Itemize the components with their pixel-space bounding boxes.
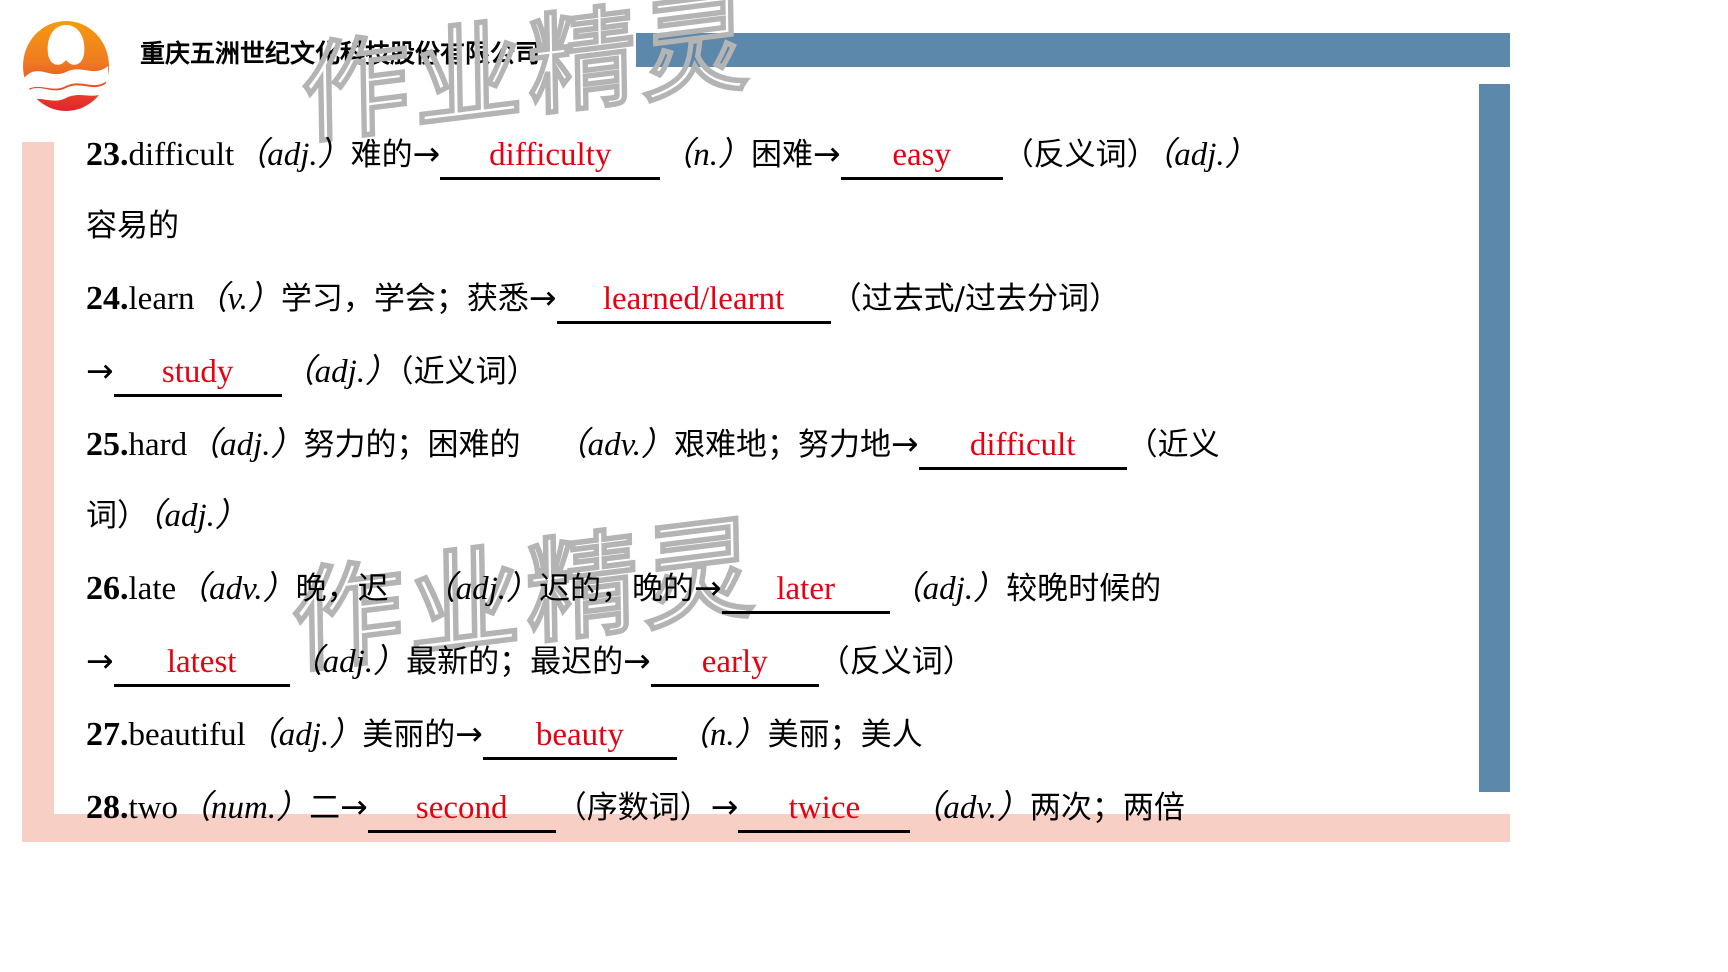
entry-number: 27.: [86, 716, 129, 753]
arrow-icon: →: [340, 787, 368, 826]
arrow-icon: →: [813, 134, 841, 173]
entry-line: 容易的: [86, 191, 1486, 262]
entry-line: 23.difficult（adj.）难的→ difficulty （n.）困难→ ea…: [86, 118, 1486, 191]
chinese-gloss: （反义词）: [1002, 137, 1158, 173]
entry-line: 28.two（num.）二→ second （序数词）→ twice （adv.）两次；…: [86, 771, 1486, 844]
entry-number: 25.: [86, 426, 129, 463]
chinese-gloss: （反义词）: [818, 644, 974, 680]
chinese-gloss: 最新的；最迟的: [406, 644, 624, 680]
entry-number: 24.: [86, 280, 129, 317]
answer-blank[interactable]: study: [113, 352, 282, 397]
answer-blank[interactable]: difficult: [918, 425, 1127, 470]
headword: hard: [128, 427, 188, 463]
entry-line: 词）（adj.）: [86, 481, 1486, 552]
part-of-speech: （adj.）: [281, 354, 399, 390]
arrow-icon: →: [412, 134, 441, 173]
part-of-speech: （v.）: [194, 281, 281, 317]
entry-line: 24.learn（v.）学习，学会；获悉→ learned/learnt （过去式/…: [86, 262, 1486, 335]
chinese-gloss: 努力地: [798, 427, 892, 463]
headword: late: [128, 571, 177, 607]
chinese-gloss: 美丽的: [362, 717, 456, 753]
part-of-speech: （n.）: [660, 137, 752, 173]
chinese-gloss: 两次；两倍: [1029, 790, 1185, 826]
part-of-speech: （adj.）: [422, 571, 540, 607]
arrow-icon: →: [86, 351, 114, 390]
chinese-gloss: 较晚时候的: [1006, 571, 1162, 607]
chinese-gloss: 晚，迟: [295, 571, 389, 607]
chinese-gloss: （近义: [1126, 427, 1220, 463]
part-of-speech: （adj.）: [187, 427, 304, 463]
chinese-gloss: （过去式/过去分词）: [830, 281, 1121, 317]
entry-line: 26.late（adv.）晚，迟 （adj.）迟的，晚的→ later （adj.）较…: [86, 552, 1486, 625]
answer-blank[interactable]: second: [367, 788, 556, 833]
answer-blank[interactable]: latest: [113, 642, 290, 687]
part-of-speech: （adj.）: [245, 717, 363, 753]
company-name: 重庆五洲世纪文化科技股份有限公司: [140, 39, 541, 68]
headword: beautiful: [128, 717, 246, 753]
chinese-gloss: （近义词）: [398, 354, 538, 390]
header-blue-bar: [636, 33, 1510, 67]
entry-line: → latest （adj.）最新的；最迟的→ early （反义词）: [86, 625, 1486, 698]
chinese-gloss: 难的: [350, 137, 413, 173]
entry-number: 23.: [86, 136, 129, 173]
worksheet-page: 重庆五洲世纪文化科技股份有限公司 作业精灵 作业精灵 23.difficult（…: [0, 0, 1728, 972]
chinese-gloss: 容易的: [86, 208, 179, 244]
chinese-gloss: 努力的；困难的: [303, 427, 521, 463]
arrow-icon: →: [528, 278, 557, 317]
answer-blank[interactable]: difficulty: [440, 135, 661, 180]
left-pink-bar: [22, 142, 54, 814]
arrow-icon: →: [455, 714, 483, 753]
part-of-speech: （adj.）: [289, 644, 407, 680]
entry-line: → study （adj.）（近义词）: [86, 335, 1486, 408]
part-of-speech: （adj.）: [889, 571, 1007, 607]
chinese-gloss: 迟的，: [539, 571, 633, 607]
part-of-speech: （adj.）: [234, 137, 351, 173]
answer-blank[interactable]: twice: [738, 788, 911, 833]
chinese-gloss: 困难: [751, 137, 814, 173]
entry-number: 28.: [86, 789, 129, 826]
chinese-gloss: 二: [309, 790, 341, 826]
chinese-gloss: 学习，学会；获悉: [280, 281, 529, 317]
company-logo-icon: [22, 20, 110, 112]
part-of-speech: （adj.）: [1157, 137, 1258, 173]
part-of-speech: （num.）: [178, 790, 310, 826]
arrow-icon: →: [86, 641, 114, 680]
part-of-speech: （adj.）: [148, 498, 248, 534]
arrow-icon: →: [623, 641, 651, 680]
answer-blank[interactable]: learned/learnt: [556, 279, 831, 324]
part-of-speech: （adv.）: [176, 571, 296, 607]
arrow-icon: →: [710, 787, 739, 826]
headword: learn: [128, 281, 195, 317]
arrow-icon: →: [891, 424, 919, 463]
vocabulary-list: 23.difficult（adj.）难的→ difficulty （n.）困难→ ea…: [86, 118, 1486, 844]
part-of-speech: （adv.）: [910, 790, 1030, 826]
chinese-gloss: 美丽；美人: [767, 717, 923, 753]
entry-number: 26.: [86, 570, 129, 607]
chinese-gloss: 晚的: [632, 571, 695, 607]
entry-line: 25.hard（adj.）努力的；困难的 （adv.）艰难地；努力地→ diffic…: [86, 408, 1486, 481]
headword: difficult: [128, 137, 235, 173]
part-of-speech: （n.）: [676, 717, 768, 753]
entry-line: 27.beautiful（adj.）美丽的→ beauty （n.）美丽；美人: [86, 698, 1486, 771]
chinese-gloss: 词）: [86, 498, 148, 534]
chinese-gloss: 艰难地；: [674, 427, 799, 463]
answer-blank[interactable]: easy: [840, 135, 1003, 180]
part-of-speech: （adv.）: [554, 427, 675, 463]
answer-blank[interactable]: beauty: [482, 715, 677, 760]
arrow-icon: →: [694, 568, 722, 607]
answer-blank[interactable]: early: [650, 642, 819, 687]
chinese-gloss: （序数词）: [555, 790, 711, 826]
headword: two: [128, 790, 179, 826]
answer-blank[interactable]: later: [721, 569, 890, 614]
